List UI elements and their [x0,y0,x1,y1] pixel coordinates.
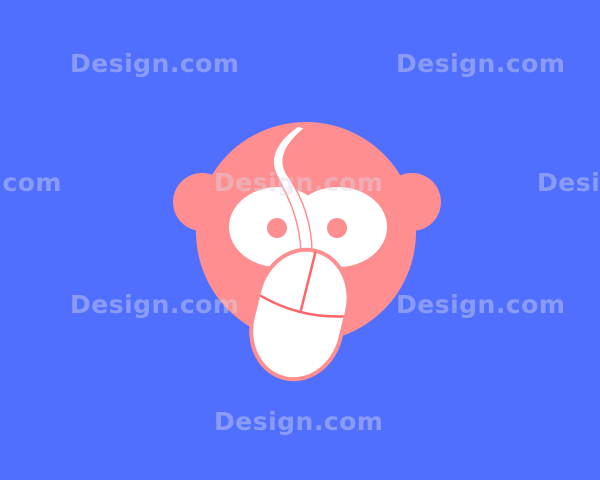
watermark-right-edge-clip: Design.com [537,166,600,206]
watermark-center-upper: Design.com [214,168,384,197]
canvas: Design.com Design.com Design.com Design.… [0,0,600,480]
left-pupil [267,218,287,238]
watermark-top-right: Design.com [396,49,566,78]
watermark-left-edge-clip: Design.com [0,166,62,206]
watermark-middle-left: Design.com [70,290,240,319]
watermark-middle-right: Design.com [396,290,566,319]
right-pupil [327,218,347,238]
watermark-right-edge: Design.com [537,168,600,197]
watermark-left-edge: Design.com [0,168,62,197]
watermark-top-left: Design.com [70,49,240,78]
watermark-bottom-center: Design.com [214,407,384,436]
